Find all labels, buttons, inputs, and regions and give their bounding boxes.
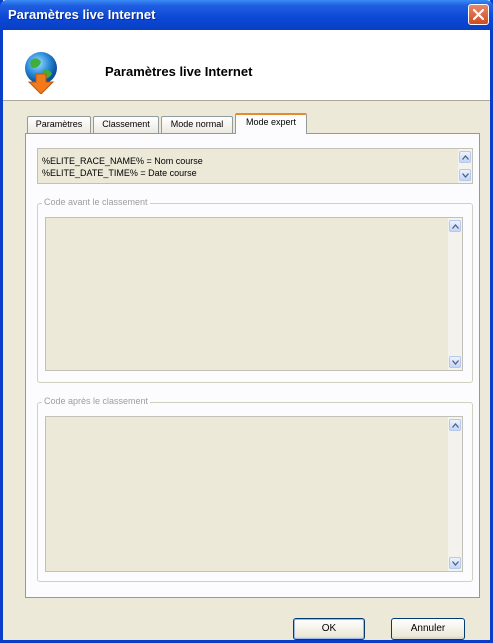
tab-classement[interactable]: Classement bbox=[93, 116, 159, 133]
ok-button[interactable]: OK bbox=[293, 618, 365, 640]
scroll-up-button[interactable] bbox=[449, 419, 461, 431]
chevron-up-icon bbox=[452, 423, 459, 428]
variables-textbox[interactable]: %ELITE_RACE_NAME% = Nom course %ELITE_DA… bbox=[37, 148, 473, 184]
chevron-up-icon bbox=[452, 224, 459, 229]
chevron-down-icon bbox=[452, 561, 459, 566]
code-after-legend: Code après le classement bbox=[42, 396, 151, 406]
globe-upload-icon bbox=[25, 52, 57, 94]
cancel-button[interactable]: Annuler bbox=[391, 618, 465, 640]
scroll-up-button[interactable] bbox=[449, 220, 461, 232]
chevron-down-icon bbox=[452, 360, 459, 365]
header-title: Paramètres live Internet bbox=[105, 64, 253, 79]
chevron-up-icon bbox=[462, 155, 469, 160]
variable-line: %ELITE_DATE_TIME% = Date course bbox=[42, 168, 197, 178]
code-after-textarea[interactable] bbox=[45, 416, 463, 572]
scroll-down-button[interactable] bbox=[449, 356, 461, 368]
variable-line: %ELITE_RACE_NAME% = Nom course bbox=[42, 156, 203, 166]
chevron-down-icon bbox=[462, 173, 469, 178]
tab-mode-expert[interactable]: Mode expert bbox=[235, 113, 307, 134]
close-button[interactable] bbox=[468, 4, 489, 25]
title-bar[interactable]: Paramètres live Internet bbox=[0, 0, 493, 30]
vertical-scrollbar[interactable] bbox=[448, 218, 462, 370]
dialog-window: Paramètres live Internet Paramètres live… bbox=[0, 0, 493, 643]
scroll-down-button[interactable] bbox=[449, 557, 461, 569]
close-icon bbox=[473, 9, 484, 20]
scroll-up-button[interactable] bbox=[459, 151, 471, 163]
scroll-down-button[interactable] bbox=[459, 169, 471, 181]
code-before-textarea[interactable] bbox=[45, 217, 463, 371]
vertical-scrollbar[interactable] bbox=[448, 417, 462, 571]
window-title: Paramètres live Internet bbox=[8, 7, 156, 22]
tab-parametres[interactable]: Paramètres bbox=[27, 116, 91, 133]
code-before-legend: Code avant le classement bbox=[42, 197, 150, 207]
vertical-scrollbar[interactable] bbox=[458, 149, 472, 183]
tab-mode-normal[interactable]: Mode normal bbox=[161, 116, 233, 133]
